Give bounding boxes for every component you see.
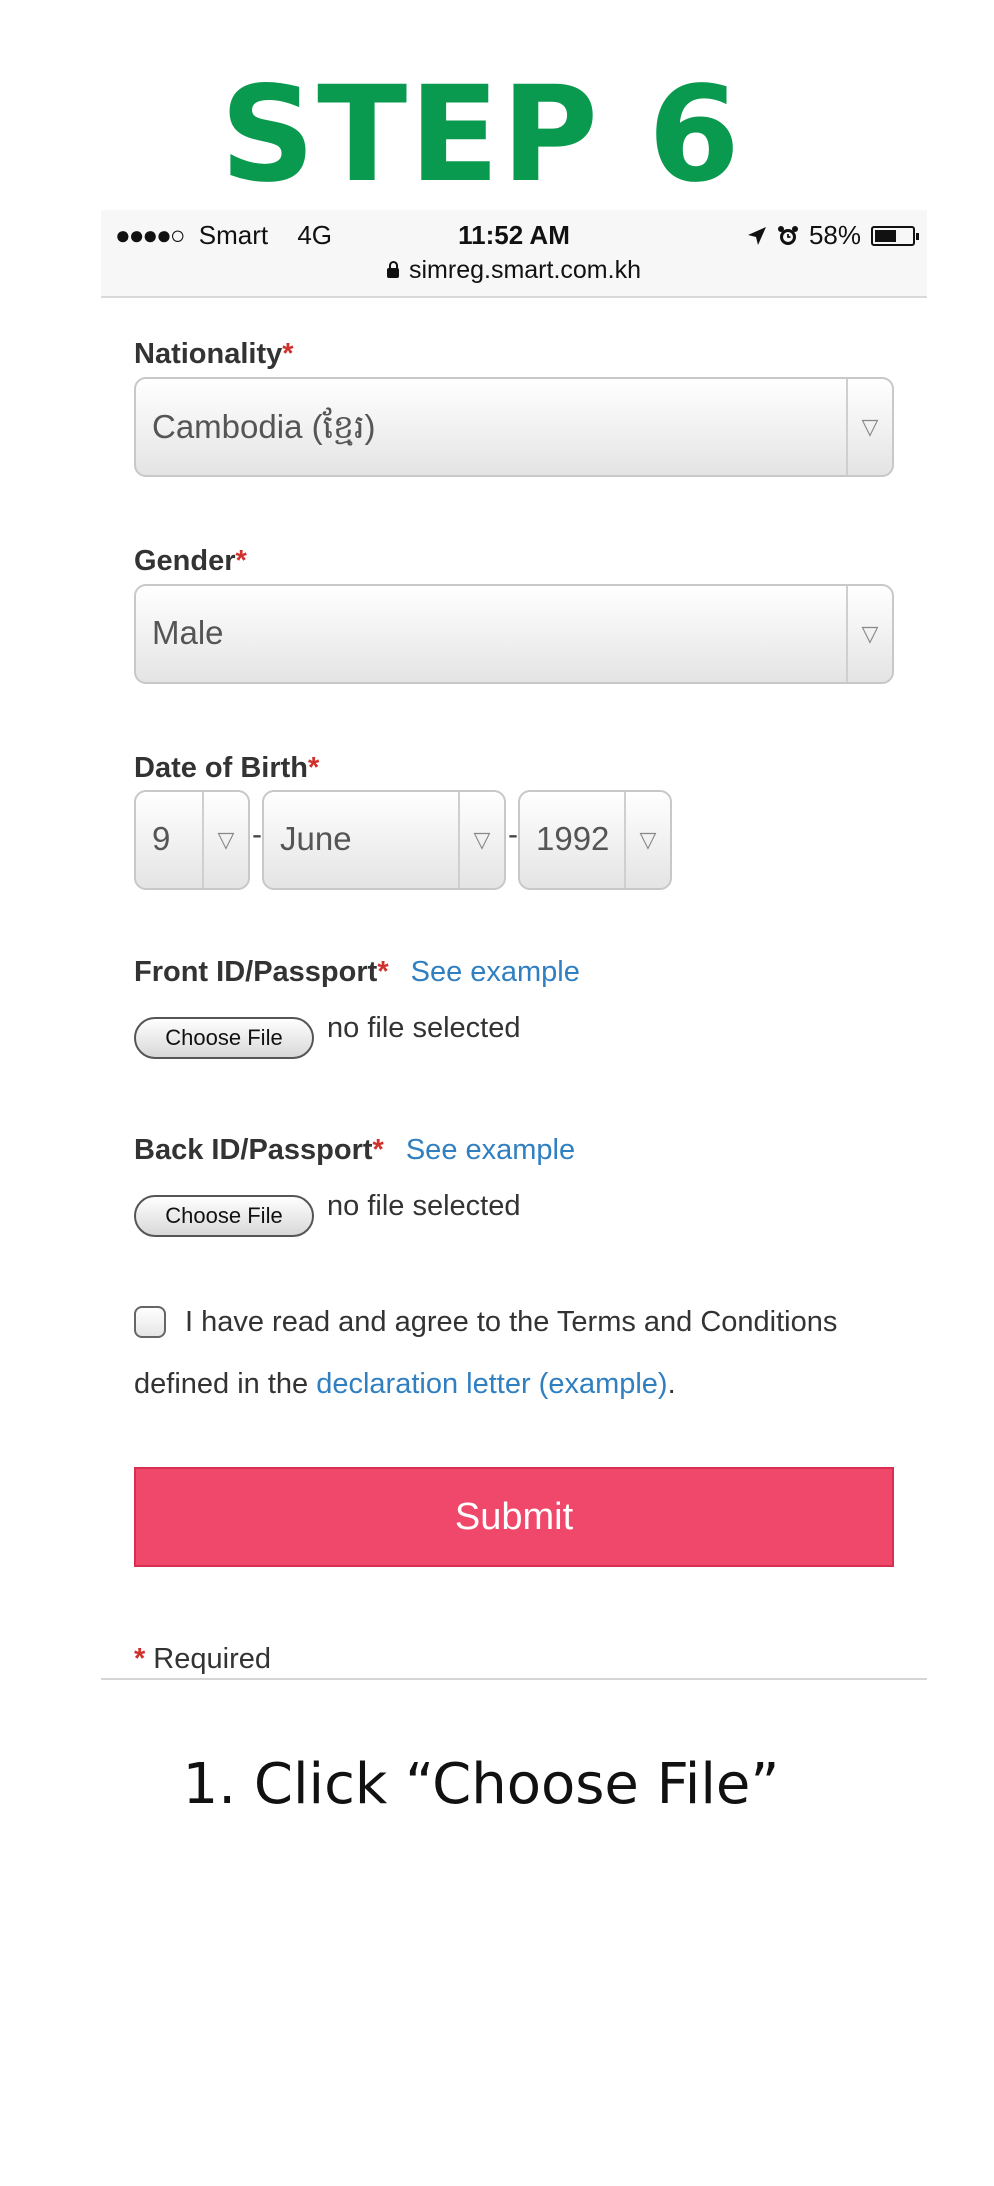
required-asterisk: * (282, 338, 294, 370)
location-arrow-icon (747, 226, 766, 245)
submit-button[interactable]: Submit (134, 1467, 894, 1567)
required-asterisk: * (372, 1134, 384, 1166)
gender-value: Male (152, 614, 224, 651)
status-bar: ●●●●○ Smart 4G 11:52 AM 58% simreg.smart… (101, 210, 927, 298)
date-separator: - (252, 818, 262, 851)
terms-text-line2: defined in the declaration letter (examp… (134, 1368, 676, 1400)
back-id-choose-file-button[interactable]: Choose File (134, 1195, 314, 1237)
front-id-see-example-link[interactable]: See example (411, 956, 580, 988)
chevron-down-icon: ▽ (846, 379, 892, 475)
back-id-file-status: no file selected (327, 1190, 521, 1222)
battery-icon (871, 225, 919, 246)
dob-month-value: June (280, 820, 352, 857)
nationality-select[interactable]: Cambodia (ខ្មែរ) ▽ (134, 377, 894, 477)
chevron-down-icon: ▽ (458, 792, 504, 888)
status-icons: 58% (747, 220, 919, 251)
dob-label: Date of Birth* (134, 752, 320, 784)
declaration-letter-link[interactable]: declaration letter (example) (316, 1368, 667, 1400)
dob-day-value: 9 (152, 820, 171, 857)
terms-text: I have read and agree to the Terms and C… (185, 1306, 838, 1338)
gender-select[interactable]: Male ▽ (134, 584, 894, 684)
address-bar[interactable]: simreg.smart.com.kh (101, 256, 927, 285)
required-note: * Required (134, 1643, 271, 1675)
lock-icon (387, 261, 399, 278)
required-asterisk: * (134, 1643, 146, 1675)
step-title: STEP 6 (220, 58, 742, 212)
chevron-down-icon: ▽ (624, 792, 670, 888)
chevron-down-icon: ▽ (202, 792, 248, 888)
dob-year-value: 1992 (536, 820, 610, 857)
dob-year-select[interactable]: 1992 ▽ (518, 790, 672, 890)
nationality-label: Nationality* (134, 338, 294, 370)
phone-screenshot: ●●●●○ Smart 4G 11:52 AM 58% simreg.smart… (101, 210, 927, 1680)
chevron-down-icon: ▽ (846, 586, 892, 682)
required-asterisk: * (377, 956, 389, 988)
dob-month-select[interactable]: June ▽ (262, 790, 506, 890)
alarm-icon (777, 225, 798, 245)
url-text: simreg.smart.com.kh (409, 256, 641, 284)
back-id-label: Back ID/Passport* See example (134, 1134, 576, 1166)
front-id-label: Front ID/Passport* See example (134, 956, 580, 988)
back-id-see-example-link[interactable]: See example (406, 1134, 575, 1166)
front-id-choose-file-button[interactable]: Choose File (134, 1017, 314, 1059)
dob-day-select[interactable]: 9 ▽ (134, 790, 250, 890)
nationality-value: Cambodia (ខ្មែរ) (152, 408, 376, 445)
battery-percent: 58% (808, 220, 861, 250)
required-asterisk: * (308, 752, 320, 784)
required-asterisk: * (235, 545, 247, 577)
front-id-file-status: no file selected (327, 1012, 521, 1044)
gender-label: Gender* (134, 545, 247, 577)
instruction-text: 1. Click “Choose File” (182, 1752, 780, 1817)
terms-checkbox[interactable] (134, 1306, 166, 1338)
date-separator: - (508, 818, 518, 851)
divider (101, 1678, 927, 1680)
